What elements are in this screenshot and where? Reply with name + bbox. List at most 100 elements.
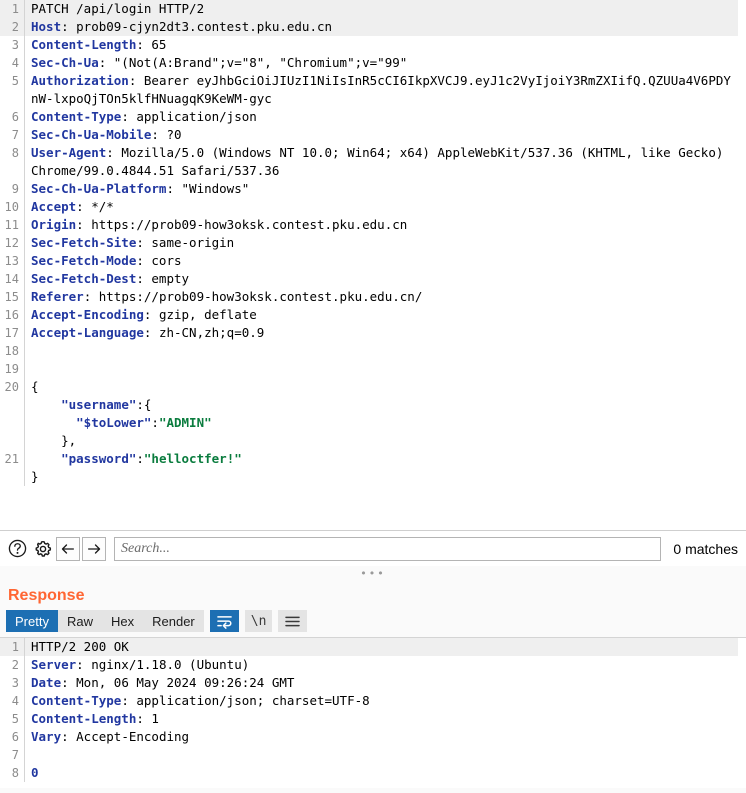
code-line-text[interactable]: Host: prob09-cjyn2dt3.contest.pku.edu.cn — [25, 18, 738, 36]
code-line[interactable]: 16 Accept-Encoding: gzip, deflate — [0, 306, 746, 324]
line-number: 5 — [11, 712, 19, 726]
tab-hex[interactable]: Hex — [101, 610, 144, 632]
code-line-text[interactable]: Sec-Fetch-Dest: empty — [25, 270, 738, 288]
hamburger-menu-icon[interactable] — [278, 610, 308, 632]
code-segment: : Accept-Encoding — [61, 729, 190, 744]
settings-button[interactable] — [30, 536, 56, 562]
code-line-text[interactable]: Authorization: Bearer eyJhbGciOiJIUzI1Ni… — [25, 72, 738, 108]
question-circle-icon — [8, 539, 27, 558]
code-line[interactable]: 13 Sec-Fetch-Mode: cors — [0, 252, 746, 270]
code-line[interactable]: }, — [0, 432, 746, 450]
code-line[interactable]: 2 Server: nginx/1.18.0 (Ubuntu) — [0, 656, 746, 674]
code-line-text[interactable]: "$toLower":"ADMIN" — [25, 414, 738, 432]
code-line-text[interactable] — [25, 360, 738, 378]
code-line[interactable]: 14 Sec-Fetch-Dest: empty — [0, 270, 746, 288]
code-line[interactable]: 19 — [0, 360, 746, 378]
search-prev-button[interactable] — [56, 536, 80, 561]
code-line-text[interactable]: Content-Length: 1 — [25, 710, 738, 728]
help-button[interactable] — [4, 536, 30, 562]
code-segment: : — [151, 415, 159, 430]
code-segment: "$toLower" — [76, 415, 152, 430]
show-newlines-icon[interactable]: \n — [244, 610, 273, 632]
code-line-text[interactable]: { — [25, 378, 738, 396]
tab-render[interactable]: Render — [143, 610, 204, 632]
code-line[interactable]: 5 Authorization: Bearer eyJhbGciOiJIUzI1N… — [0, 72, 746, 108]
code-line-text[interactable]: HTTP/2 200 OK — [25, 638, 738, 656]
code-line-text[interactable]: Sec-Ch-Ua-Platform: "Windows" — [25, 180, 738, 198]
code-line[interactable]: 18 — [0, 342, 746, 360]
code-line[interactable]: 10 Accept: */* — [0, 198, 746, 216]
search-next-button[interactable] — [82, 536, 106, 561]
code-line-text[interactable]: Accept-Encoding: gzip, deflate — [25, 306, 738, 324]
code-line-text[interactable]: "username":{ — [25, 396, 738, 414]
code-line[interactable]: 7 — [0, 746, 746, 764]
code-line[interactable]: 1 PATCH /api/login HTTP/2 — [0, 0, 746, 18]
code-line[interactable]: 4 Content-Type: application/json; charset… — [0, 692, 746, 710]
code-line-text[interactable]: PATCH /api/login HTTP/2 — [25, 0, 738, 18]
code-line[interactable]: 3 Content-Length: 65 — [0, 36, 746, 54]
code-line[interactable]: "username":{ — [0, 396, 746, 414]
code-segment: Origin — [31, 217, 77, 232]
code-line-text[interactable]: Content-Type: application/json; charset=… — [25, 692, 738, 710]
word-wrap-icon[interactable] — [209, 610, 239, 632]
code-line-text[interactable]: } — [25, 468, 738, 486]
code-line[interactable]: } — [0, 468, 746, 486]
code-line-text[interactable]: 0 — [25, 764, 738, 782]
code-line-text[interactable]: Date: Mon, 06 May 2024 09:26:24 GMT — [25, 674, 738, 692]
tab-pretty[interactable]: Pretty — [6, 610, 58, 632]
code-line[interactable]: 7 Sec-Ch-Ua-Mobile: ?0 — [0, 126, 746, 144]
code-line-text[interactable] — [25, 342, 738, 360]
code-line[interactable]: 17 Accept-Language: zh-CN,zh;q=0.9 — [0, 324, 746, 342]
code-segment: Date — [31, 675, 62, 690]
line-number: 4 — [11, 56, 19, 70]
code-line[interactable]: 11 Origin: https://prob09-how3oksk.contes… — [0, 216, 746, 234]
code-segment: Content-Length — [31, 711, 137, 726]
code-line[interactable]: 15 Referer: https://prob09-how3oksk.conte… — [0, 288, 746, 306]
code-line[interactable]: 5 Content-Length: 1 — [0, 710, 746, 728]
splitter-handle-dots: ••• — [360, 566, 386, 580]
line-number: 8 — [11, 146, 19, 160]
code-line-text[interactable]: Vary: Accept-Encoding — [25, 728, 738, 746]
request-editor[interactable]: 1 PATCH /api/login HTTP/2 2 Host: prob09-cj… — [0, 0, 746, 530]
tab-raw[interactable]: Raw — [57, 610, 102, 632]
pane-splitter[interactable]: ••• — [0, 566, 746, 581]
code-line[interactable]: 4 Sec-Ch-Ua: "(Not(A:Brand";v="8", "Chrom… — [0, 54, 746, 72]
code-line[interactable]: 20 { — [0, 378, 746, 396]
code-line[interactable]: 1 HTTP/2 200 OK — [0, 638, 746, 656]
code-line[interactable]: 6 Vary: Accept-Encoding — [0, 728, 746, 746]
code-line[interactable]: 2 Host: prob09-cjyn2dt3.contest.pku.edu.c… — [0, 18, 746, 36]
code-line-text[interactable]: Accept-Language: zh-CN,zh;q=0.9 — [25, 324, 738, 342]
code-line[interactable]: 80 — [0, 764, 746, 782]
code-line-text[interactable]: Accept: */* — [25, 198, 738, 216]
code-line-text[interactable]: Origin: https://prob09-how3oksk.contest.… — [25, 216, 738, 234]
code-line[interactable]: 9 Sec-Ch-Ua-Platform: "Windows" — [0, 180, 746, 198]
code-line-text[interactable]: Sec-Fetch-Site: same-origin — [25, 234, 738, 252]
code-line[interactable]: 6 Content-Type: application/json — [0, 108, 746, 126]
code-line-text[interactable]: Server: nginx/1.18.0 (Ubuntu) — [25, 656, 738, 674]
code-line-text[interactable]: Referer: https://prob09-how3oksk.contest… — [25, 288, 738, 306]
response-pane: Response Pretty Raw Hex Render \n 1 HTTP/2 20… — [0, 581, 746, 793]
code-line-text[interactable]: Sec-Ch-Ua: "(Not(A:Brand";v="8", "Chromi… — [25, 54, 738, 72]
code-line[interactable]: 3 Date: Mon, 06 May 2024 09:26:24 GMT — [0, 674, 746, 692]
line-number: 3 — [11, 676, 19, 690]
line-number: 7 — [11, 128, 19, 142]
code-line-text[interactable]: User-Agent: Mozilla/5.0 (Windows NT 10.0… — [25, 144, 738, 180]
code-line-text[interactable]: Content-Length: 65 — [25, 36, 738, 54]
code-line[interactable]: 12 Sec-Fetch-Site: same-origin — [0, 234, 746, 252]
search-input[interactable] — [114, 536, 662, 561]
response-editor[interactable]: 1 HTTP/2 200 OK 2 Server: nginx/1.18.0 (Ubu… — [0, 637, 746, 788]
code-line[interactable]: "$toLower":"ADMIN" — [0, 414, 746, 432]
code-line[interactable]: 21 "password":"helloctfer!" — [0, 450, 746, 468]
code-line[interactable]: 8 User-Agent: Mozilla/5.0 (Windows NT 10.… — [0, 144, 746, 180]
code-line-text[interactable]: "password":"helloctfer!" — [25, 450, 738, 468]
code-line-text[interactable]: }, — [25, 432, 738, 450]
line-number: 6 — [11, 730, 19, 744]
code-line-text[interactable]: Sec-Ch-Ua-Mobile: ?0 — [25, 126, 738, 144]
code-segment: Vary — [31, 729, 62, 744]
code-line-text[interactable]: Sec-Fetch-Mode: cors — [25, 252, 738, 270]
code-segment: : */* — [76, 199, 114, 214]
code-line-text[interactable]: Content-Type: application/json — [25, 108, 738, 126]
code-line-text[interactable] — [25, 746, 738, 764]
code-segment: Sec-Ch-Ua — [31, 55, 99, 70]
